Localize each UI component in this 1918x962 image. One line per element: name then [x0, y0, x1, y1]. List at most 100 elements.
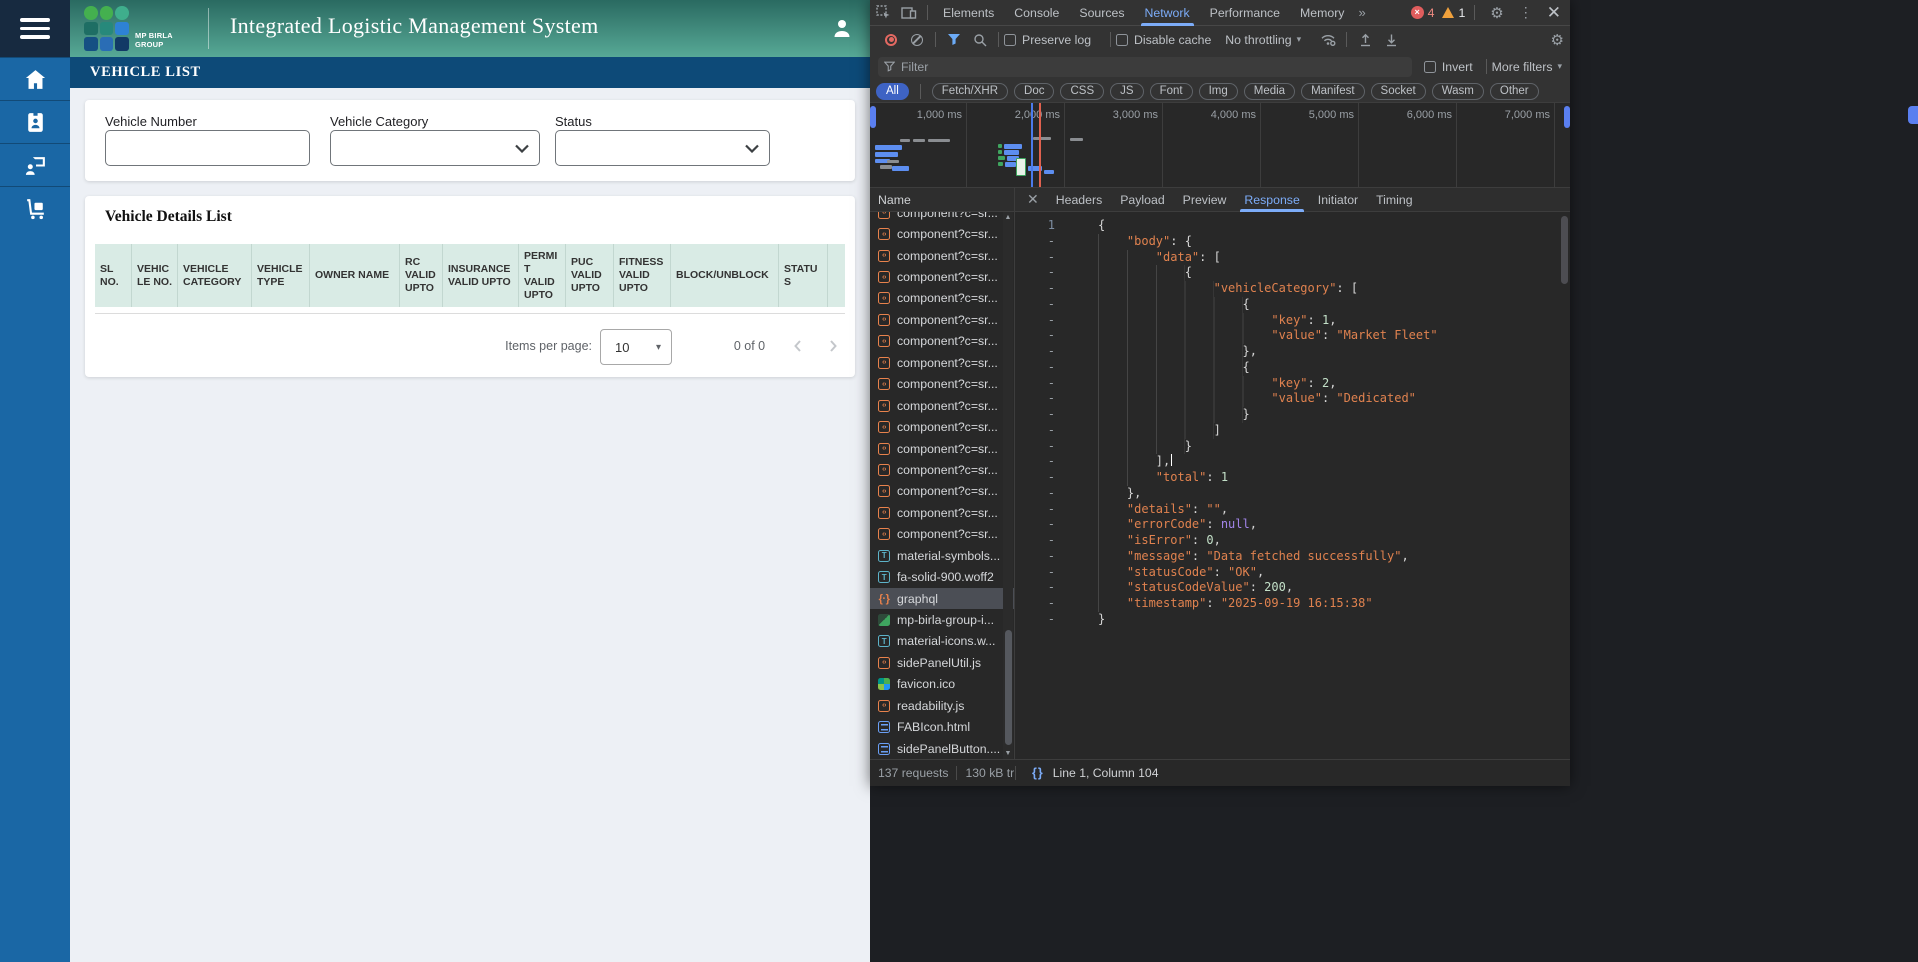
- network-request-row[interactable]: ‹› component?c=sr...: [870, 352, 1014, 373]
- more-tabs-button[interactable]: »: [1354, 5, 1369, 20]
- filter-chip-all[interactable]: All: [876, 82, 909, 100]
- network-request-row[interactable]: sidePanelButton....: [870, 738, 1014, 759]
- detail-tab-response[interactable]: Response: [1235, 188, 1308, 212]
- timeline-right-handle[interactable]: [1564, 106, 1570, 128]
- network-request-row[interactable]: Tmaterial-symbols...: [870, 545, 1014, 566]
- filter-chip-socket[interactable]: Socket: [1370, 82, 1426, 100]
- requests-scrollbar[interactable]: ▲ ▼: [1003, 212, 1013, 759]
- filter-chip-img[interactable]: Img: [1198, 82, 1238, 100]
- filter-chip-js[interactable]: JS: [1110, 82, 1144, 100]
- tab-network[interactable]: Network: [1135, 0, 1200, 26]
- network-request-row[interactable]: ‹› component?c=sr...: [870, 331, 1014, 352]
- network-request-row[interactable]: ‹› component?c=sr...: [870, 438, 1014, 459]
- network-request-row[interactable]: ‹› component?c=sr...: [870, 524, 1014, 545]
- sidebar-item-logistics[interactable]: [0, 186, 70, 229]
- sidebar-item-id-badge[interactable]: [0, 100, 70, 143]
- vehicle-category-select[interactable]: [330, 130, 540, 166]
- more-filters-button[interactable]: More filters ▾: [1492, 60, 1562, 74]
- network-request-row[interactable]: favicon.ico: [870, 674, 1014, 695]
- detail-tab-initiator[interactable]: Initiator: [1309, 188, 1367, 212]
- filter-chip-fetchxhr[interactable]: Fetch/XHR: [931, 82, 1009, 100]
- sidebar: [0, 0, 70, 962]
- scroll-down-icon[interactable]: ▼: [1003, 750, 1013, 757]
- detail-tab-preview[interactable]: Preview: [1174, 188, 1236, 212]
- tab-console[interactable]: Console: [1004, 0, 1069, 26]
- filter-chip-manifest[interactable]: Manifest: [1301, 82, 1365, 100]
- record-network-log-button[interactable]: [885, 33, 897, 46]
- network-overview-timeline[interactable]: 1,000 ms 2,000 ms 3,000 ms 4,000 ms 5,000 ms…: [870, 103, 1570, 188]
- search-network-button[interactable]: [967, 28, 993, 52]
- network-request-row[interactable]: ‹› component?c=sr...: [870, 459, 1014, 480]
- filter-chip-media[interactable]: Media: [1243, 82, 1296, 100]
- tab-sources[interactable]: Sources: [1069, 0, 1134, 26]
- network-request-row[interactable]: ‹› component?c=sr...: [870, 374, 1014, 395]
- previous-page-button[interactable]: [790, 338, 806, 354]
- network-request-row[interactable]: Tmaterial-icons.w...: [870, 631, 1014, 652]
- user-avatar[interactable]: [830, 16, 854, 40]
- export-har-button[interactable]: [1378, 28, 1404, 52]
- response-editor[interactable]: 1{- "body": {- "data": [-{- "vehicleCategor…: [1015, 212, 1570, 759]
- next-page-button[interactable]: [825, 338, 841, 354]
- network-request-row[interactable]: ‹› component?c=sr...: [870, 309, 1014, 330]
- network-request-row[interactable]: ‹› component?c=sr...: [870, 395, 1014, 416]
- detail-tab-payload[interactable]: Payload: [1111, 188, 1173, 212]
- clear-network-log-button[interactable]: [911, 33, 923, 46]
- import-har-button[interactable]: [1352, 28, 1378, 52]
- network-request-row[interactable]: FABIcon.html: [870, 717, 1014, 738]
- scrollbar-thumb[interactable]: [1004, 630, 1012, 745]
- tab-elements[interactable]: Elements: [933, 0, 1004, 26]
- filter-toggle-button[interactable]: [941, 28, 967, 52]
- network-request-row[interactable]: ‹› component?c=sr...: [870, 266, 1014, 287]
- throttling-select[interactable]: No throttling ▾: [1225, 33, 1301, 47]
- editor-scrollbar-thumb[interactable]: [1561, 216, 1568, 284]
- network-conditions-button[interactable]: [1315, 28, 1341, 52]
- network-request-row[interactable]: {·} graphql: [870, 587, 1014, 610]
- warning-badge-icon[interactable]: [1442, 7, 1455, 18]
- kebab-menu-icon[interactable]: ⋮: [1514, 4, 1538, 21]
- preserve-log-toggle[interactable]: Preserve log: [1004, 33, 1091, 47]
- filter-chip-doc[interactable]: Doc: [1014, 82, 1055, 100]
- detail-tab-timing[interactable]: Timing: [1367, 188, 1421, 212]
- filter-chip-wasm[interactable]: Wasm: [1431, 82, 1484, 100]
- network-request-row[interactable]: ‹› component?c=sr...: [870, 212, 1014, 223]
- requests-name-header[interactable]: Name: [870, 188, 1014, 212]
- disable-cache-toggle[interactable]: Disable cache: [1116, 33, 1211, 47]
- close-devtools-button[interactable]: ✕: [1542, 3, 1570, 23]
- sidebar-item-driver[interactable]: [0, 143, 70, 186]
- network-request-row[interactable]: ‹› readability.js: [870, 695, 1014, 716]
- tab-memory[interactable]: Memory: [1290, 0, 1354, 26]
- filter-chip-font[interactable]: Font: [1149, 82, 1193, 100]
- error-badge-icon[interactable]: ×: [1410, 6, 1424, 19]
- network-request-row[interactable]: Tfa-solid-900.woff2: [870, 566, 1014, 587]
- network-request-row[interactable]: ‹› component?c=sr...: [870, 481, 1014, 502]
- invert-filter-toggle[interactable]: Invert: [1423, 60, 1473, 74]
- device-toolbar-button[interactable]: [896, 1, 922, 25]
- vehicle-number-input[interactable]: [105, 130, 310, 166]
- timeline-left-handle[interactable]: [870, 106, 876, 128]
- network-request-row[interactable]: mp-birla-group-i...: [870, 609, 1014, 630]
- error-count[interactable]: 4: [1428, 6, 1435, 20]
- page-size-select[interactable]: 10 ▾: [600, 329, 672, 365]
- filter-chip-css[interactable]: CSS: [1060, 82, 1105, 100]
- filter-input[interactable]: [901, 59, 1406, 74]
- hamburger-menu-button[interactable]: [0, 0, 70, 57]
- network-request-row[interactable]: ‹› component?c=sr...: [870, 223, 1014, 244]
- network-request-row[interactable]: ‹› component?c=sr...: [870, 416, 1014, 437]
- filter-chip-other[interactable]: Other: [1489, 82, 1539, 100]
- close-detail-button[interactable]: ✕: [1015, 191, 1047, 208]
- sidebar-item-home[interactable]: [0, 57, 70, 100]
- warning-count[interactable]: 1: [1458, 6, 1465, 20]
- network-request-row[interactable]: ‹› component?c=sr...: [870, 502, 1014, 523]
- tab-performance[interactable]: Performance: [1200, 0, 1290, 26]
- settings-gear-icon[interactable]: ⚙: [1484, 4, 1509, 22]
- scroll-up-icon[interactable]: ▲: [1003, 214, 1013, 221]
- network-settings-gear-icon[interactable]: ⚙: [1545, 31, 1570, 49]
- network-request-row[interactable]: ‹› component?c=sr...: [870, 245, 1014, 266]
- network-request-row[interactable]: ‹› sidePanelUtil.js: [870, 652, 1014, 673]
- driver-training-icon: [25, 156, 45, 175]
- detail-tab-headers[interactable]: Headers: [1047, 188, 1111, 212]
- network-request-row[interactable]: ‹› component?c=sr...: [870, 288, 1014, 309]
- format-braces-icon[interactable]: { }: [1032, 766, 1043, 780]
- status-select[interactable]: [555, 130, 770, 166]
- inspect-element-button[interactable]: [870, 1, 896, 25]
